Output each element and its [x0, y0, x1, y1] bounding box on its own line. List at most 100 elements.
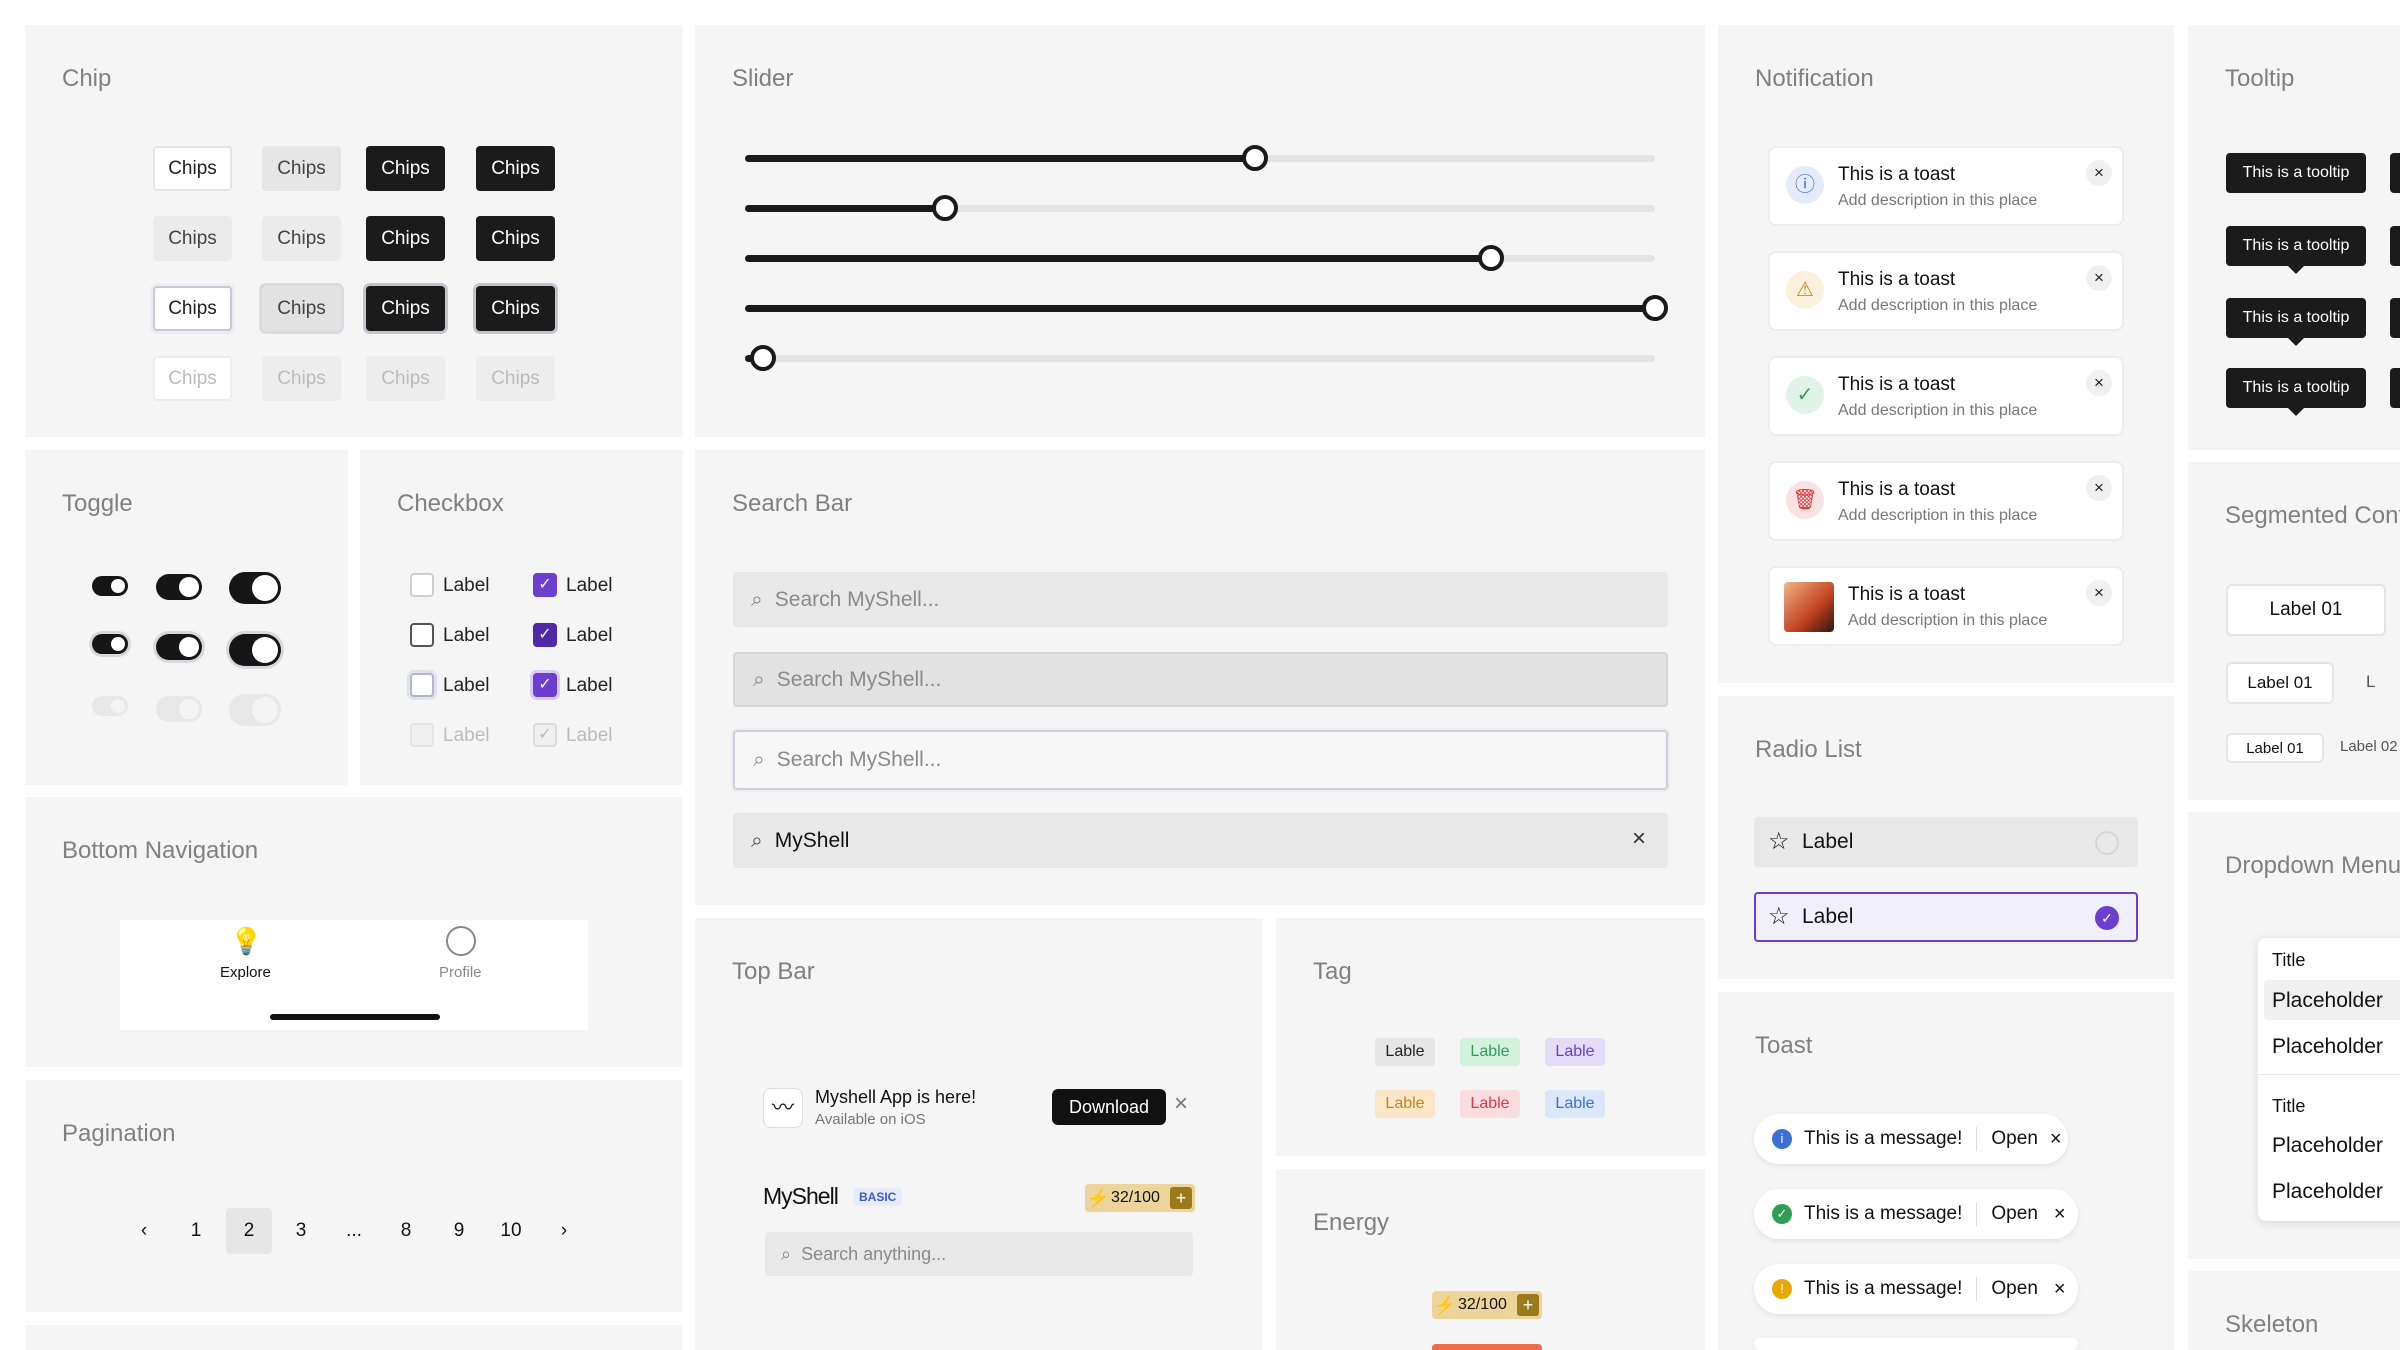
toast-open-button[interactable]: Open — [1991, 1278, 2037, 1300]
slider-5[interactable] — [745, 345, 1655, 371]
chip-hover-gray[interactable]: Chips — [262, 216, 341, 261]
page-3[interactable]: 3 — [278, 1208, 324, 1254]
checkbox-unchecked-hover[interactable] — [410, 623, 434, 647]
topbar-search-input[interactable]: ⌕ Search anything... — [765, 1232, 1193, 1276]
chip-focus-outline[interactable]: Chips — [153, 286, 232, 331]
search-input-filled[interactable]: ⌕ MyShell — [733, 813, 1668, 868]
chip-outline[interactable]: Chips — [153, 146, 232, 191]
slider-thumb[interactable] — [932, 195, 959, 221]
chip-gray[interactable]: Chips — [262, 146, 341, 191]
search-input-focus[interactable]: ⌕ Search MyShell... — [733, 730, 1668, 790]
page-9[interactable]: 9 — [436, 1208, 482, 1254]
dropdown-item[interactable]: Placeholder — [2272, 989, 2383, 1013]
checkbox-unchecked-focus[interactable] — [410, 673, 434, 697]
dropdown-item[interactable]: Placeholder — [2272, 1180, 2383, 1204]
topbar-panel: Top Bar — [695, 918, 1263, 1350]
close-icon[interactable]: × — [1174, 1090, 1188, 1118]
chip-hover-dark-2[interactable]: Chips — [476, 216, 555, 261]
search-icon: ⌕ — [781, 1243, 792, 1264]
notification-error[interactable]: 🗑 This is a toast Add description in thi… — [1768, 461, 2124, 541]
close-icon[interactable]: × — [2086, 370, 2112, 396]
next-icon[interactable]: › — [541, 1208, 587, 1254]
search-title: Search Bar — [732, 490, 853, 517]
page-2[interactable]: 2 — [226, 1208, 272, 1254]
dropdown-item[interactable]: Placeholder — [2272, 1035, 2383, 1059]
checkbox-label: Label — [566, 725, 613, 746]
prev-icon[interactable]: ‹ — [121, 1208, 167, 1254]
close-icon[interactable]: × — [2086, 475, 2112, 501]
page-10[interactable]: 10 — [488, 1208, 534, 1254]
chip-hover-outline[interactable]: Chips — [153, 216, 232, 261]
toast-success[interactable]: ✓ This is a message! Open × — [1754, 1189, 2078, 1239]
slider-1[interactable] — [745, 145, 1655, 171]
toggle-medium[interactable] — [156, 574, 202, 600]
slider-4[interactable] — [745, 295, 1668, 321]
toggle-medium-focus[interactable] — [156, 634, 202, 660]
close-icon[interactable]: × — [2054, 1203, 2066, 1226]
slider-thumb[interactable] — [1241, 145, 1268, 171]
chip-hover-dark[interactable]: Chips — [366, 216, 445, 261]
close-icon[interactable]: × — [2086, 580, 2112, 606]
segment-label-01[interactable]: Label 01 — [2226, 584, 2386, 636]
close-icon[interactable]: × — [2086, 265, 2112, 291]
segment-label-02[interactable]: L — [2366, 672, 2375, 692]
slider-3[interactable] — [745, 245, 1655, 271]
dropdown-item[interactable]: Placeholder — [2272, 1134, 2383, 1158]
chip-dark[interactable]: Chips — [366, 146, 445, 191]
radio-item[interactable]: ☆ Label — [1754, 817, 2138, 867]
notification-warning[interactable]: ⚠ This is a toast Add description in thi… — [1768, 251, 2124, 331]
lightning-icon: ⚡ — [1086, 1187, 1110, 1208]
search-input-default[interactable]: ⌕ Search MyShell... — [733, 572, 1668, 627]
toast-open-button[interactable]: Open — [1991, 1203, 2037, 1225]
chip-focus-gray[interactable]: Chips — [262, 286, 341, 331]
clear-icon[interactable]: × — [1632, 825, 1646, 853]
slider-thumb[interactable] — [1642, 295, 1668, 321]
page-1[interactable]: 1 — [173, 1208, 219, 1254]
notification-title-text: This is a toast — [1838, 374, 1956, 395]
toggle-small[interactable] — [92, 576, 128, 596]
chip-focus-dark-2[interactable]: Chips — [476, 286, 555, 331]
notification-avatar[interactable]: This is a toast Add description in this … — [1768, 566, 2124, 646]
checkbox-checked[interactable]: ✓ — [533, 573, 557, 597]
checkbox-label: Label — [443, 675, 490, 696]
slider-thumb[interactable] — [1478, 245, 1505, 271]
nav-explore[interactable]: Explore — [220, 964, 271, 981]
toggle-small-focus[interactable] — [92, 634, 128, 654]
bulb-icon[interactable]: 💡 — [230, 926, 262, 957]
checkbox-checked-hover[interactable]: ✓ — [533, 623, 557, 647]
toast-warning[interactable]: ! This is a message! Open × — [1754, 1264, 2078, 1314]
notification-info[interactable]: ⓘ This is a toast Add description in thi… — [1768, 146, 2124, 226]
search-input-hover[interactable]: ⌕ Search MyShell... — [733, 652, 1668, 707]
segment-label-01[interactable]: Label 01 — [2226, 733, 2324, 763]
page-8[interactable]: 8 — [383, 1208, 429, 1254]
close-icon[interactable]: × — [2086, 160, 2112, 186]
profile-icon[interactable] — [446, 926, 476, 956]
segment-label-02[interactable]: Label 02 — [2340, 738, 2398, 755]
toast-info[interactable]: i This is a message! Open × — [1754, 1114, 2068, 1164]
slider-2[interactable] — [745, 195, 1655, 221]
plus-icon[interactable]: + — [1170, 1187, 1192, 1209]
radio-button[interactable] — [2095, 831, 2119, 855]
segment-label-01[interactable]: Label 01 — [2226, 662, 2334, 704]
page-ellipsis: ... — [346, 1220, 362, 1241]
chip-dark-2[interactable]: Chips — [476, 146, 555, 191]
toggle-large-focus[interactable] — [229, 634, 281, 666]
checkbox-checked-focus[interactable]: ✓ — [533, 673, 557, 697]
checkbox-label: Label — [443, 725, 490, 746]
notification-success[interactable]: ✓ This is a toast Add description in thi… — [1768, 356, 2124, 436]
chip-focus-dark[interactable]: Chips — [366, 286, 445, 331]
search-icon: ⌕ — [753, 667, 765, 691]
toast-partial[interactable] — [1754, 1338, 2078, 1350]
checkbox-unchecked[interactable] — [410, 573, 434, 597]
radio-item-selected[interactable]: ☆ Label ✓ — [1754, 892, 2138, 942]
close-icon[interactable]: × — [2050, 1128, 2062, 1151]
dropdown-group-title: Title — [2272, 950, 2306, 970]
nav-profile[interactable]: Profile — [439, 964, 482, 981]
close-icon[interactable]: × — [2054, 1278, 2066, 1301]
toggle-large[interactable] — [229, 572, 281, 604]
radio-checked-icon[interactable]: ✓ — [2095, 906, 2119, 930]
download-button[interactable]: Download — [1052, 1089, 1166, 1125]
slider-thumb[interactable] — [750, 345, 777, 371]
plus-icon[interactable]: + — [1517, 1294, 1539, 1316]
toast-open-button[interactable]: Open — [1991, 1128, 2037, 1150]
